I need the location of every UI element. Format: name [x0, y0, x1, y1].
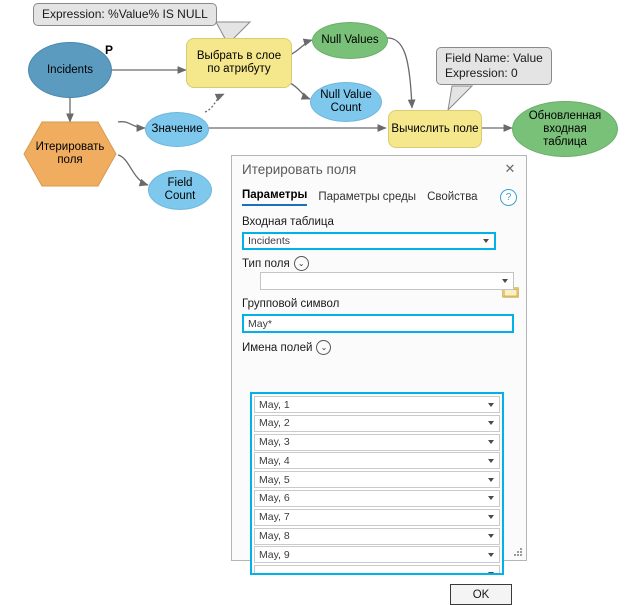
field-type-combobox[interactable]	[260, 272, 514, 290]
list-item[interactable]: May, 2	[254, 414, 500, 432]
dialog-title: Итерировать поля	[242, 162, 357, 177]
diagram-node-incidents[interactable]: Incidents	[28, 42, 112, 98]
diagram-node-calculate-field[interactable]: Вычислить поле	[388, 110, 482, 148]
chevron-down-icon[interactable]	[488, 571, 494, 573]
field-name-value: May, 6	[259, 492, 290, 505]
chevron-down-icon[interactable]	[488, 440, 494, 445]
node-label: Field Count	[164, 177, 196, 202]
input-table-combobox[interactable]: Incidents	[242, 232, 496, 250]
field-type-label: Тип поля ⌄	[242, 256, 309, 271]
dialog-titlebar: Итерировать поля ✕	[232, 156, 526, 186]
label-text: Имена полей	[242, 341, 313, 354]
diagram-node-updated-input-table[interactable]: Обновленная входная таблица	[512, 101, 618, 157]
node-label: Null Value Count	[320, 89, 372, 114]
wildcard-value: May*	[248, 317, 272, 330]
list-item[interactable]: May, 9	[254, 546, 500, 564]
diagram-node-null-value-count[interactable]: Null Value Count	[310, 82, 382, 122]
chevron-down-icon[interactable]	[488, 402, 494, 407]
list-item[interactable]: May, 6	[254, 489, 500, 507]
wildcard-label: Групповой символ	[242, 298, 339, 310]
node-label: Выбрать в слое по атрибуту	[196, 50, 282, 75]
field-name-value: May, 3	[259, 436, 290, 449]
callout-calculate-field-params: Field Name: Value Expression: 0	[436, 47, 552, 85]
field-names-label: Имена полей ⌄	[242, 340, 332, 355]
resize-grip[interactable]	[514, 548, 523, 557]
list-item[interactable]: May, 4	[254, 452, 500, 470]
list-item[interactable]: May, 5	[254, 471, 500, 489]
list-item[interactable]: May, 1	[254, 396, 500, 413]
list-item[interactable]: May, 3	[254, 433, 500, 451]
diagram-node-field-count[interactable]: Field Count	[148, 170, 212, 210]
screenshot-root: Incidents P Итерировать поля Выбрать в с…	[0, 0, 632, 605]
close-icon[interactable]: ✕	[502, 161, 518, 177]
chevron-down-icon[interactable]	[488, 534, 494, 539]
field-name-value: May, 5	[259, 473, 290, 486]
node-label: Вычислить поле	[391, 122, 479, 135]
field-names-list[interactable]: May, 1 May, 2 May, 3 May, 4 May, 5 May, …	[250, 392, 504, 575]
ok-button[interactable]: OK	[450, 584, 512, 605]
field-name-value: May, 7	[259, 511, 290, 524]
wildcard-input[interactable]: May*	[242, 314, 514, 333]
chevron-down-icon[interactable]	[488, 421, 494, 426]
chevron-down-icon[interactable]	[488, 458, 494, 463]
chevron-down-icon[interactable]	[488, 496, 494, 501]
diagram-node-null-values[interactable]: Null Values	[312, 22, 388, 59]
tab-properties[interactable]: Свойства	[427, 191, 478, 206]
label-text: Тип поля	[242, 257, 290, 270]
node-label: Incidents	[46, 63, 94, 76]
tab-parameters[interactable]: Параметры	[242, 189, 308, 206]
help-icon[interactable]: ?	[500, 189, 517, 206]
list-item[interactable]: May, 8	[254, 527, 500, 545]
precondition-label: P	[105, 43, 114, 57]
chevron-down-icon[interactable]: ⌄	[316, 340, 332, 355]
node-label: Обновленная входная таблица	[528, 109, 602, 148]
iterate-fields-label: Итерировать поля	[35, 141, 105, 166]
dialog-tabs: Параметры Параметры среды Свойства	[242, 189, 478, 206]
node-label: Null Values	[321, 34, 379, 46]
iterate-fields-dialog: Итерировать поля ✕ Параметры Параметры с…	[231, 155, 527, 605]
chevron-down-icon[interactable]	[488, 477, 494, 482]
chevron-down-icon[interactable]	[483, 239, 489, 243]
node-label: Значение	[151, 123, 203, 135]
tab-environment-settings[interactable]: Параметры среды	[318, 191, 416, 206]
field-name-value: May, 4	[259, 454, 290, 467]
diagram-node-select-layer-by-attribute[interactable]: Выбрать в слое по атрибуту	[186, 38, 292, 88]
field-name-value: May, 2	[259, 417, 290, 430]
chevron-down-icon[interactable]	[488, 515, 494, 520]
chevron-down-icon[interactable]: ⌄	[293, 256, 309, 271]
input-table-value: Incidents	[248, 235, 291, 247]
list-item[interactable]: May, 7	[254, 508, 500, 526]
field-name-value: May, 1	[259, 398, 290, 411]
callout-select-expression: Expression: %Value% IS NULL	[33, 3, 217, 26]
label-text: Входная таблица	[242, 216, 334, 228]
label-text: Групповой символ	[242, 298, 340, 310]
field-name-value: May, 8	[259, 530, 290, 543]
input-table-label: Входная таблица	[242, 216, 334, 228]
diagram-node-value[interactable]: Значение	[145, 112, 209, 147]
chevron-down-icon[interactable]	[488, 552, 494, 557]
chevron-down-icon[interactable]	[502, 279, 508, 283]
field-name-value: May, 9	[259, 548, 290, 561]
